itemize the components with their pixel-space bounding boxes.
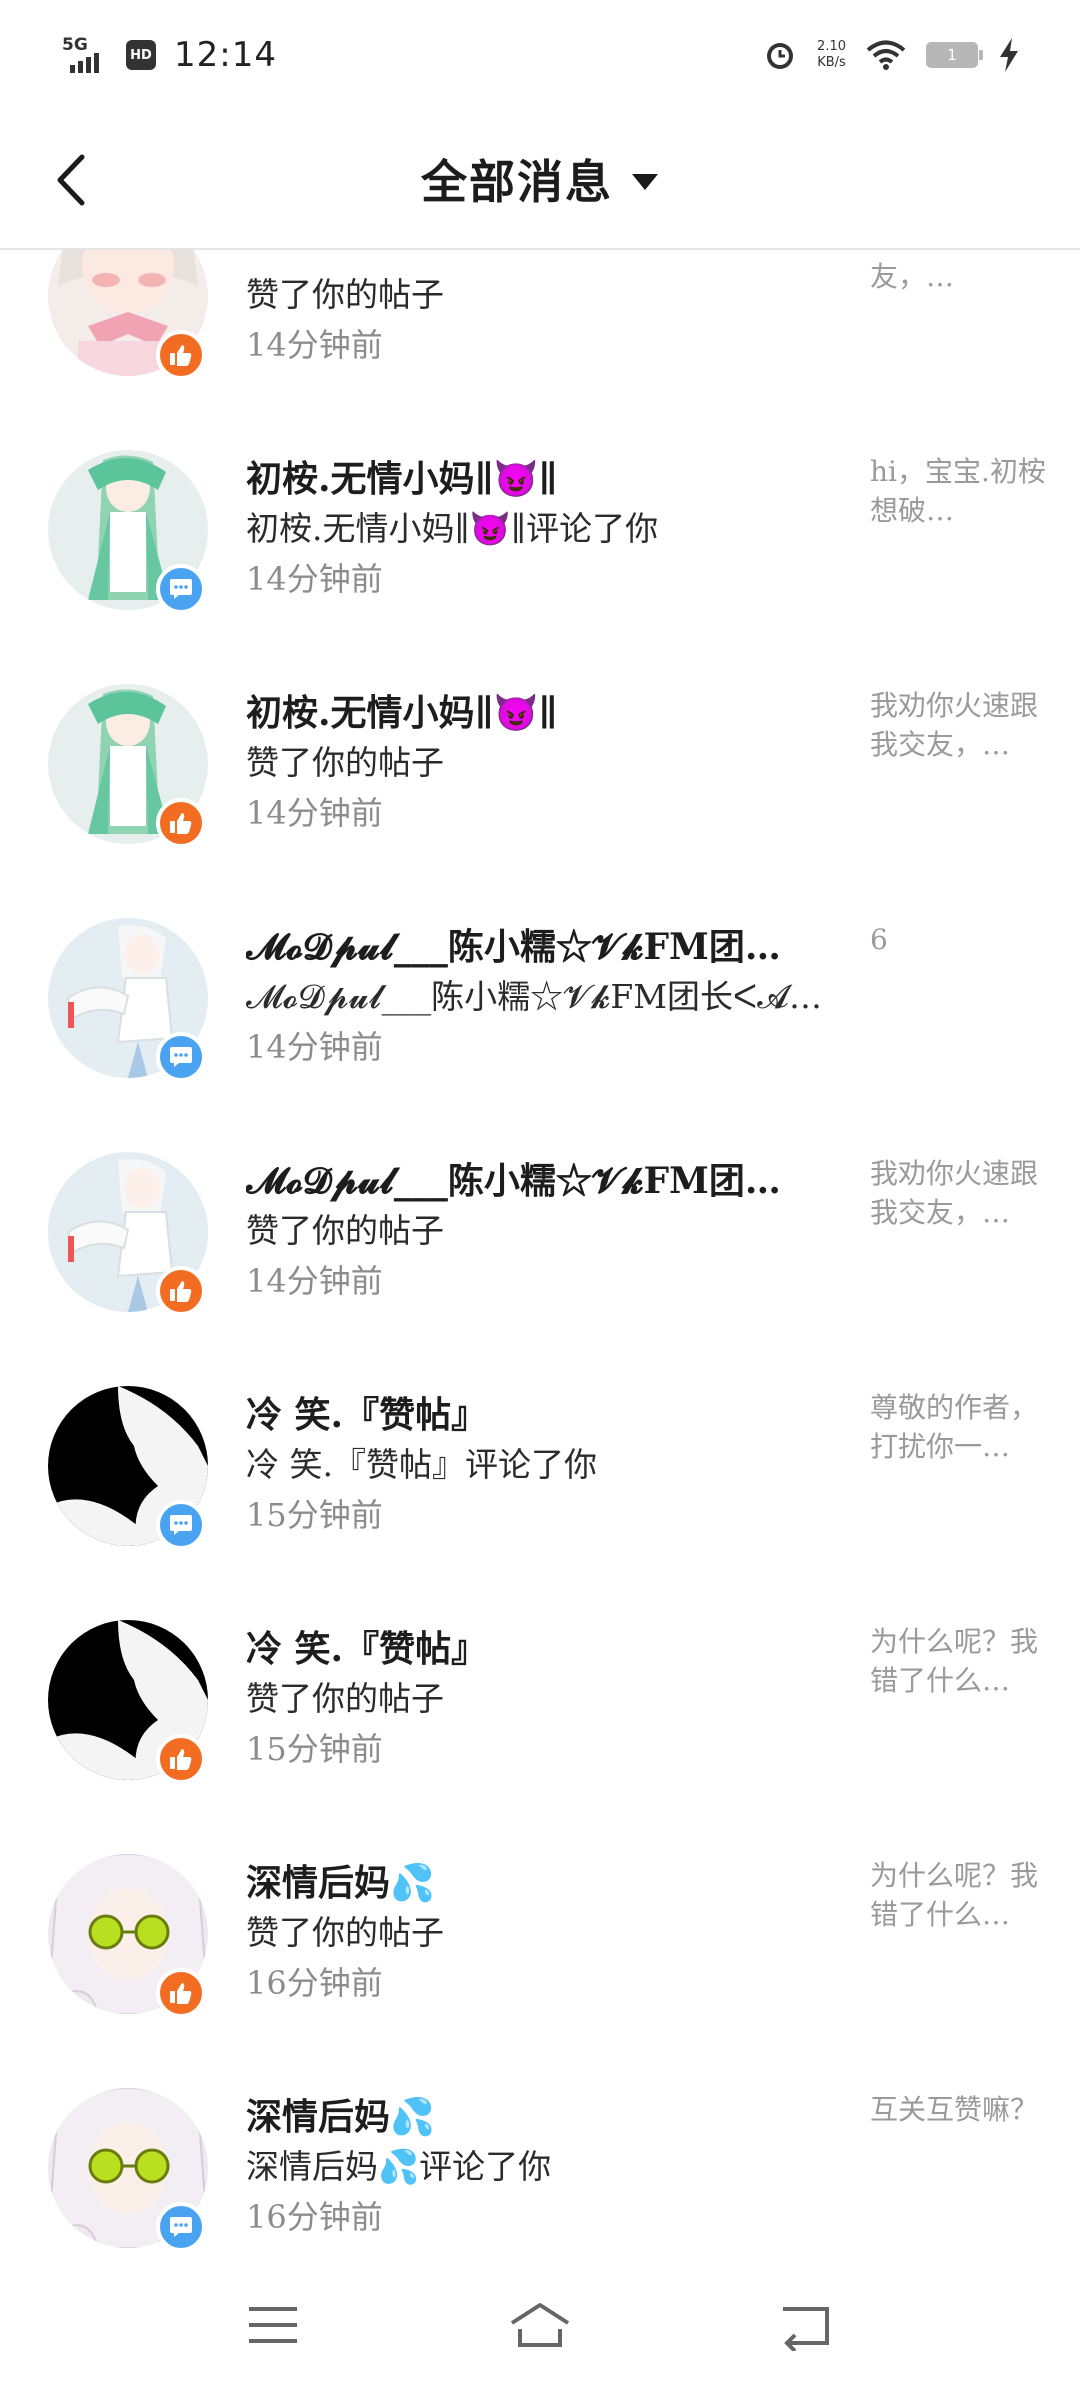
back-icon: [782, 2307, 829, 2351]
message-preview: hi，宝宝.初桉想破…: [870, 455, 1046, 527]
comment-badge: [156, 564, 206, 614]
like-badge: [156, 1266, 206, 1316]
message-item[interactable]: 冷 笑.『赞帖』 赞了你的帖子 15分钟前 为什么呢？我错了什么…: [0, 1578, 1080, 1812]
message-item[interactable]: 深情后妈💦 深情后妈💦评论了你 16分钟前 互关互赞嘛？: [0, 2046, 1080, 2250]
menu-icon: [249, 2307, 298, 2343]
message-action: 赞了你的帖子: [246, 1913, 444, 1952]
message-preview: 我劝你火速跟我交友，…: [870, 1157, 1039, 1229]
home-icon: [510, 2303, 570, 2347]
status-time: 12:14: [174, 35, 277, 75]
net-speed: 2.10 KB/s: [817, 39, 846, 71]
message-item[interactable]: 赞了你的帖子 14分钟前 速跟我交友，…: [0, 250, 1080, 408]
nav-menu-button[interactable]: [233, 2295, 313, 2355]
page-title: 全部消息: [421, 155, 613, 209]
comment-bubble-icon: [170, 1515, 192, 1535]
sender-name: 初桉.无情小妈∥😈∥: [246, 692, 558, 734]
thumbs-up-icon: [170, 1749, 192, 1770]
like-badge: [156, 330, 206, 380]
sender-name: 冷 笑.『赞帖』: [246, 1394, 488, 1436]
nav-home-button[interactable]: [500, 2295, 580, 2355]
message-time: 14分钟前: [246, 794, 383, 832]
like-badge: [156, 798, 206, 848]
message-time: 14分钟前: [246, 1262, 383, 1300]
thumbs-up-icon: [170, 1983, 192, 2004]
message-time: 14分钟前: [246, 560, 383, 598]
message-action: 赞了你的帖子: [246, 1679, 444, 1718]
message-preview: 我劝你火速跟我交友，…: [870, 689, 1039, 761]
message-time: 15分钟前: [246, 1730, 383, 1768]
thumbs-up-icon: [170, 813, 192, 834]
message-action: 冷 笑.『赞帖』评论了你: [246, 1445, 597, 1484]
header: 全部消息: [0, 110, 1080, 250]
message-action: 赞了你的帖子: [246, 743, 444, 782]
message-time: 15分钟前: [246, 1496, 383, 1534]
wifi-icon: [866, 40, 906, 70]
message-item[interactable]: 初桉.无情小妈∥😈∥ 初桉.无情小妈∥😈∥评论了你 14分钟前 hi，宝宝.初桉想破…: [0, 408, 1080, 642]
like-badge: [156, 1968, 206, 2018]
message-action: 𝓜𝓸𝓓𝓹𝓾𝓵___陈小糯☆𝓥𝓴FM团长ᐸ𝓐𝓯…: [246, 977, 826, 1016]
caret-down-icon: [632, 174, 658, 190]
message-preview: 为什么呢？我错了什么…: [870, 1625, 1039, 1697]
comment-badge: [156, 1500, 206, 1550]
charging-bolt-icon: [1000, 38, 1018, 72]
sender-name: 深情后妈💦: [246, 1862, 435, 1904]
sender-name: 𝓜𝓸𝓓𝓹𝓾𝓵___陈小糯☆𝓥𝓴FM团…: [246, 926, 781, 968]
system-nav-bar: [0, 2250, 1080, 2400]
message-action: 赞了你的帖子: [246, 1211, 444, 1250]
message-action: 初桉.无情小妈∥😈∥评论了你: [246, 509, 659, 548]
message-time: 14分钟前: [246, 326, 383, 364]
sender-name: 初桉.无情小妈∥😈∥: [246, 458, 558, 500]
sender-name: 𝓜𝓸𝓓𝓹𝓾𝓵___陈小糯☆𝓥𝓴FM团…: [246, 1160, 781, 1202]
message-item[interactable]: 𝓜𝓸𝓓𝓹𝓾𝓵___陈小糯☆𝓥𝓴FM团… 赞了你的帖子 14分钟前 我劝你火速跟我交友，…: [0, 1110, 1080, 1344]
message-preview: 6: [870, 923, 888, 956]
status-right: 2.10 KB/s 1: [763, 38, 1020, 72]
net-speed-unit: KB/s: [817, 55, 846, 70]
hd-icon: HD: [126, 40, 156, 70]
sender-name: 冷 笑.『赞帖』: [246, 1628, 488, 1670]
status-bar: 5G HD 12:14 2.10 KB/s 1: [0, 0, 1080, 110]
battery-icon: 1: [926, 42, 983, 68]
message-action: 赞了你的帖子: [246, 275, 444, 314]
message-time: 14分钟前: [246, 1028, 383, 1066]
message-item[interactable]: 初桉.无情小妈∥😈∥ 赞了你的帖子 14分钟前 我劝你火速跟我交友，…: [0, 642, 1080, 876]
message-item[interactable]: 冷 笑.『赞帖』冷 笑.『赞帖』评论了你 15分钟前 尊敬的作者，打扰你一…: [0, 1344, 1080, 1578]
comment-bubble-icon: [170, 2217, 192, 2237]
message-list[interactable]: 赞了你的帖子 14分钟前 速跟我交友，… 初桉.无情小妈∥😈∥ 初桉.无情小妈∥😈∥评论…: [0, 250, 1080, 2250]
comment-bubble-icon: [170, 579, 192, 599]
thumbs-up-icon: [170, 1281, 192, 1302]
message-time: 16分钟前: [246, 1964, 383, 2002]
signal-icon: 5G: [58, 35, 108, 75]
nav-back-button[interactable]: [767, 2295, 847, 2355]
comment-badge: [156, 1032, 206, 1082]
like-badge: [156, 1734, 206, 1784]
message-action: 深情后妈💦评论了你: [246, 2147, 552, 2186]
message-preview: 速跟我交友，…: [870, 250, 982, 293]
message-item[interactable]: 𝓜𝓸𝓓𝓹𝓾𝓵___陈小糯☆𝓥𝓴FM团… 𝓜𝓸𝓓𝓹𝓾𝓵___陈小糯☆𝓥𝓴FM团长ᐸ𝓐…: [0, 876, 1080, 1110]
message-preview: 为什么呢？我错了什么…: [870, 1859, 1039, 1931]
message-preview: 互关互赞嘛？: [870, 2093, 1039, 2126]
comment-bubble-icon: [170, 1047, 192, 1067]
status-left: 5G HD 12:14: [58, 35, 277, 75]
comment-badge: [156, 2202, 206, 2250]
message-item[interactable]: 深情后妈💦 赞了你的帖子 16分钟前 为什么呢？我错了什么…: [0, 1812, 1080, 2046]
alarm-icon: [767, 43, 794, 69]
sender-name: 深情后妈💦: [246, 2096, 435, 2138]
message-time: 16分钟前: [246, 2198, 383, 2236]
title-dropdown[interactable]: 全部消息: [0, 110, 1080, 248]
message-preview: 尊敬的作者，打扰你一…: [870, 1391, 1039, 1463]
thumbs-up-icon: [170, 345, 192, 366]
network-type: 5G: [62, 35, 88, 55]
net-speed-value: 2.10: [817, 39, 846, 54]
